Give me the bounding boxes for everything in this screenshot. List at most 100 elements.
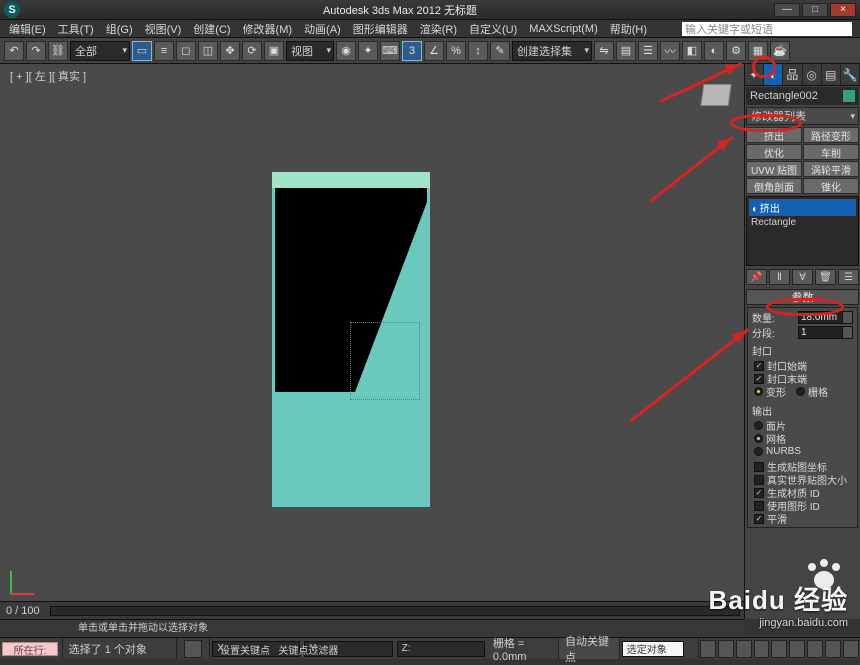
schematic-icon[interactable]: ◧	[682, 41, 702, 61]
tab-modify-icon[interactable]: ◐	[764, 64, 783, 85]
menu-create[interactable]: 创建(C)	[188, 20, 235, 38]
show-end-result-icon[interactable]: Ⅱ	[769, 269, 790, 285]
btn-taper[interactable]: 锥化	[803, 178, 859, 194]
maximize-button[interactable]: □	[802, 3, 828, 17]
btn-extrude[interactable]: 挤出	[746, 127, 802, 143]
menu-custom[interactable]: 自定义(U)	[464, 20, 522, 38]
close-button[interactable]: ×	[830, 3, 856, 17]
configure-sets-icon[interactable]: ☰	[838, 269, 859, 285]
tab-create-icon[interactable]: ✦	[745, 64, 764, 85]
select-by-name-icon[interactable]: ≡	[154, 41, 174, 61]
spinner-snap-icon[interactable]: ↕	[468, 41, 488, 61]
snap-toggle-icon[interactable]: 3	[402, 41, 422, 61]
pivot-icon[interactable]: ◉	[336, 41, 356, 61]
undo-icon[interactable]: ↶	[4, 41, 24, 61]
grid-radio[interactable]: 栅格	[794, 385, 828, 398]
tab-utilities-icon[interactable]: 🔧	[841, 64, 860, 85]
keyfilter-button[interactable]: 关键点过滤器	[278, 646, 338, 657]
viewcube-icon[interactable]	[700, 84, 731, 106]
menu-render[interactable]: 渲染(R)	[415, 20, 462, 38]
menu-modifiers[interactable]: 修改器(M)	[238, 20, 298, 38]
align-icon[interactable]: ▤	[616, 41, 636, 61]
ref-coord-combo[interactable]: 视图	[286, 41, 334, 61]
stack-item-rectangle[interactable]: Rectangle	[749, 216, 856, 229]
select-rect-icon[interactable]: ◻	[176, 41, 196, 61]
keyboard-icon[interactable]: ⌨	[380, 41, 400, 61]
selection-filter-combo[interactable]: 全部	[70, 41, 130, 61]
stack-item-extrude[interactable]: ◖ 挤出	[749, 199, 856, 216]
menu-group[interactable]: 组(G)	[101, 20, 138, 38]
goto-start-icon[interactable]	[700, 640, 716, 658]
time-slider[interactable]: 0 / 100	[0, 601, 744, 619]
render-frame-icon[interactable]: ▦	[748, 41, 768, 61]
goto-end-icon[interactable]	[771, 640, 787, 658]
btn-uvwmap[interactable]: UVW 贴图	[746, 161, 802, 177]
segments-spinner[interactable]: 1	[798, 326, 853, 339]
viewport-nav-icon[interactable]	[789, 640, 805, 658]
rotate-icon[interactable]: ⟳	[242, 41, 262, 61]
menu-tools[interactable]: 工具(T)	[53, 20, 99, 38]
menu-view[interactable]: 视图(V)	[140, 20, 187, 38]
named-selection-combo[interactable]: 创建选择集	[512, 41, 592, 61]
output-mesh-radio[interactable]: 网格	[752, 432, 853, 445]
menu-edit[interactable]: 编辑(E)	[4, 20, 51, 38]
smooth-checkbox[interactable]: ✓平滑	[752, 512, 853, 525]
redo-icon[interactable]: ↷	[26, 41, 46, 61]
manipulate-icon[interactable]: ✦	[358, 41, 378, 61]
menu-animation[interactable]: 动画(A)	[299, 20, 346, 38]
object-color-swatch[interactable]	[843, 90, 855, 102]
pin-stack-icon[interactable]: 📌	[746, 269, 767, 285]
transform-gizmo[interactable]	[350, 322, 420, 400]
menu-maxscript[interactable]: MAXScript(M)	[524, 22, 602, 36]
btn-lathe[interactable]: 车削	[803, 144, 859, 160]
viewport-label[interactable]: [ + ][ 左 ][ 真实 ]	[10, 68, 86, 84]
app-logo-icon[interactable]: S	[4, 2, 20, 18]
help-search-input[interactable]: 输入关键字或短语	[682, 22, 852, 36]
select-object-icon[interactable]: ▭	[132, 41, 152, 61]
autokey-button[interactable]: 自动关键点	[565, 633, 613, 665]
coord-z-input[interactable]: Z:	[397, 641, 485, 657]
btn-turbosmooth[interactable]: 涡轮平滑	[803, 161, 859, 177]
scale-icon[interactable]: ▣	[264, 41, 284, 61]
btn-bevelprofile[interactable]: 倒角剖面	[746, 178, 802, 194]
angle-snap-icon[interactable]: ∠	[424, 41, 444, 61]
viewport-left[interactable]: [ + ][ 左 ][ 真实 ]	[0, 64, 744, 619]
percent-snap-icon[interactable]: %	[446, 41, 466, 61]
move-icon[interactable]: ✥	[220, 41, 240, 61]
btn-pathdeform[interactable]: 路径变形	[803, 127, 859, 143]
mirror-icon[interactable]: ⇋	[594, 41, 614, 61]
make-unique-icon[interactable]: ∀	[792, 269, 813, 285]
morph-radio[interactable]: 变形	[752, 385, 786, 398]
window-crossing-icon[interactable]: ◫	[198, 41, 218, 61]
object-name-input[interactable]: Rectangle002	[746, 87, 859, 105]
setkey-button[interactable]: 设置关键点	[220, 646, 270, 657]
time-slider-track[interactable]	[50, 606, 740, 616]
render-setup-icon[interactable]: ⚙	[726, 41, 746, 61]
key-target-combo[interactable]: 选定对象	[622, 641, 684, 657]
material-editor-icon[interactable]: ◐	[704, 41, 724, 61]
tab-hierarchy-icon[interactable]: 品	[783, 64, 802, 85]
menu-help[interactable]: 帮助(H)	[605, 20, 652, 38]
output-nurbs-radio[interactable]: NURBS	[752, 445, 853, 458]
modifier-stack[interactable]: ◖ 挤出 Rectangle	[746, 196, 859, 266]
tab-motion-icon[interactable]: ◎	[803, 64, 822, 85]
btn-optimize[interactable]: 优化	[746, 144, 802, 160]
link-icon[interactable]: ⛓	[48, 41, 68, 61]
menu-graph[interactable]: 图形编辑器	[348, 20, 413, 38]
amount-spinner[interactable]: 18.0mm	[798, 311, 853, 324]
edit-named-sel-icon[interactable]: ✎	[490, 41, 510, 61]
minimize-button[interactable]: —	[774, 3, 800, 17]
lock-selection-icon[interactable]	[184, 640, 202, 658]
script-row-tab[interactable]: 所在行:	[2, 642, 58, 656]
pan-icon[interactable]	[825, 640, 841, 658]
play-icon[interactable]	[736, 640, 752, 658]
next-frame-icon[interactable]	[754, 640, 770, 658]
layers-icon[interactable]: ☰	[638, 41, 658, 61]
tab-display-icon[interactable]: ▤	[822, 64, 841, 85]
curve-editor-icon[interactable]: 〰	[660, 41, 680, 61]
modifier-list-combo[interactable]: 修改器列表	[746, 107, 859, 125]
render-icon[interactable]: ☕	[770, 41, 790, 61]
remove-mod-icon[interactable]: 🗑	[815, 269, 836, 285]
zoom-extents-icon[interactable]	[807, 640, 823, 658]
prev-frame-icon[interactable]	[718, 640, 734, 658]
